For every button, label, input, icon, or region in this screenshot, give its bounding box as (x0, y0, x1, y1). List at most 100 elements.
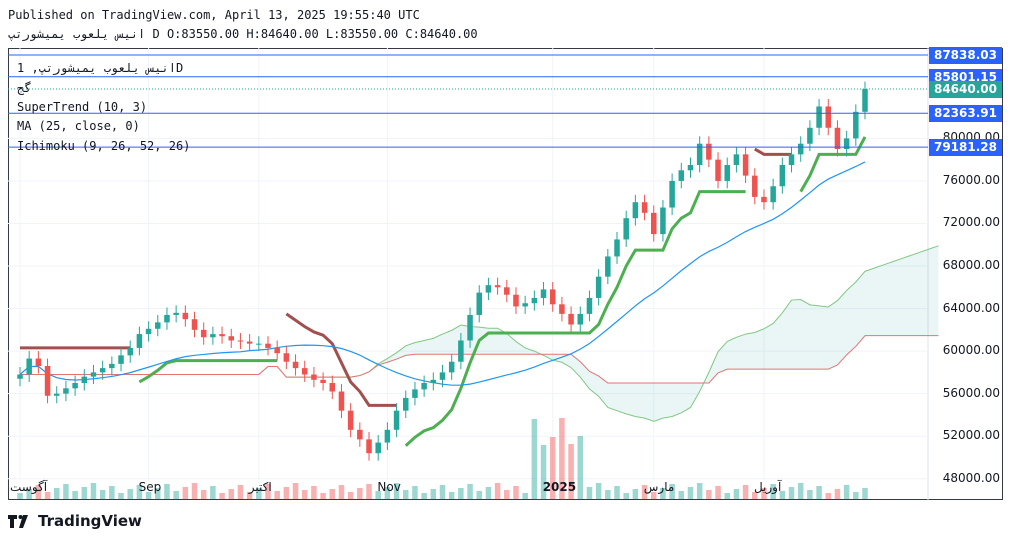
volume-bar (63, 484, 69, 499)
volume-bar (90, 483, 97, 499)
candle-body (605, 256, 611, 277)
y-tick-label: 76000.00 (942, 172, 1000, 187)
candle-body (678, 170, 685, 181)
volume-bar (118, 493, 124, 499)
candle-body (494, 285, 501, 288)
volume-bar (825, 493, 832, 499)
candle-body (347, 410, 354, 430)
candle-body (118, 355, 124, 364)
volume-bar (724, 493, 730, 499)
volume-bar (219, 493, 225, 499)
candle-body (641, 202, 648, 213)
candle-body (219, 334, 225, 337)
candle-body (577, 313, 584, 325)
y-tick-label: 48000.00 (942, 470, 1000, 485)
y-tick-label: 60000.00 (942, 343, 1000, 358)
candle-body (109, 363, 115, 369)
candle-body (669, 180, 675, 208)
volume-bar (614, 486, 620, 499)
candle-body (44, 365, 51, 396)
candle-body (17, 374, 23, 379)
candle-body (155, 322, 161, 329)
candle-body (384, 429, 391, 443)
price-tag: 79181.28 (928, 139, 1002, 157)
candle-body (164, 314, 170, 323)
volume-bar (531, 419, 538, 499)
candle-body (99, 368, 106, 373)
candle-body (311, 374, 317, 380)
candle-body (301, 368, 308, 375)
volume-bar (366, 484, 372, 499)
candle-body (595, 276, 602, 298)
volume-bar (292, 483, 299, 499)
legend-exchange: گج (17, 81, 32, 95)
volume-bar (283, 487, 290, 499)
candle-body (549, 289, 556, 305)
volume-bar (173, 491, 179, 499)
candle-body (458, 340, 464, 362)
candle-body (357, 429, 363, 440)
legend-ma[interactable]: MA (25, close, 0) (17, 119, 140, 133)
candle-body (72, 383, 78, 389)
ohlc-line: انیس یلعوب یمیشورتپ D O:83550.00 H:84640… (8, 27, 478, 41)
candle-body (283, 353, 290, 362)
legend-supertrend[interactable]: SuperTrend (10, 3) (17, 100, 147, 114)
x-tick-label: آوریل (753, 480, 782, 494)
volume-bar (448, 492, 455, 499)
candle-body (393, 410, 400, 430)
x-tick-label: اکتبر (248, 480, 272, 494)
candle-body (228, 336, 235, 341)
y-tick-label: 68000.00 (942, 258, 1000, 273)
candle-body (660, 207, 666, 235)
legend-ichimoku[interactable]: Ichimoku (9, 26, 52, 26) (17, 139, 190, 153)
volume-bar (623, 493, 629, 499)
volume-bar (338, 485, 345, 499)
candle-body (816, 106, 822, 128)
candle-body (522, 303, 528, 307)
candle-body (724, 164, 730, 181)
volume-bar (605, 490, 611, 499)
volume-bar (53, 488, 60, 499)
legend-symbol: انیس یلعوب یمیشورتپ, 1D (17, 61, 184, 75)
candle-body (513, 294, 519, 307)
candle-body (614, 239, 620, 257)
volume-bar (467, 484, 473, 499)
volume-bar (191, 483, 198, 499)
candle-body (421, 383, 427, 390)
candle-body (182, 312, 189, 320)
candle-body (797, 143, 804, 155)
volume-bar (632, 489, 639, 499)
candle-body (329, 383, 336, 392)
volume-bar (109, 486, 115, 499)
candle-body (476, 292, 482, 315)
candle-body (788, 154, 795, 165)
volume-bar (522, 493, 528, 499)
candle-body (256, 343, 262, 345)
volume-bar (403, 490, 409, 499)
candle-body (127, 347, 133, 356)
candle-body (632, 202, 639, 219)
x-tick-label: آگوست (10, 480, 48, 494)
candle-body (531, 297, 538, 304)
volume-bar (696, 483, 703, 499)
candle-body (853, 111, 859, 139)
price-tag: 84640.00 (928, 81, 1002, 99)
volume-bar (816, 486, 822, 499)
supertrend-line (754, 147, 792, 156)
volume-bar (577, 436, 584, 499)
volume-bar (357, 488, 363, 499)
volume-bar (439, 485, 446, 499)
published-line: Published on TradingView.com, April 13, … (8, 8, 420, 22)
candle-body (687, 164, 694, 171)
candle-body (265, 343, 271, 348)
candle-body (136, 334, 143, 348)
volume-bar (595, 483, 602, 499)
volume-bar (586, 487, 593, 499)
volume-bar (788, 487, 795, 499)
price-chart[interactable] (8, 48, 1003, 500)
volume-bar (200, 490, 207, 499)
volume-bar (862, 488, 868, 499)
y-tick-label: 52000.00 (942, 428, 1000, 443)
candle-body (448, 361, 455, 373)
tradingview-brand[interactable]: TradingView (8, 512, 142, 530)
